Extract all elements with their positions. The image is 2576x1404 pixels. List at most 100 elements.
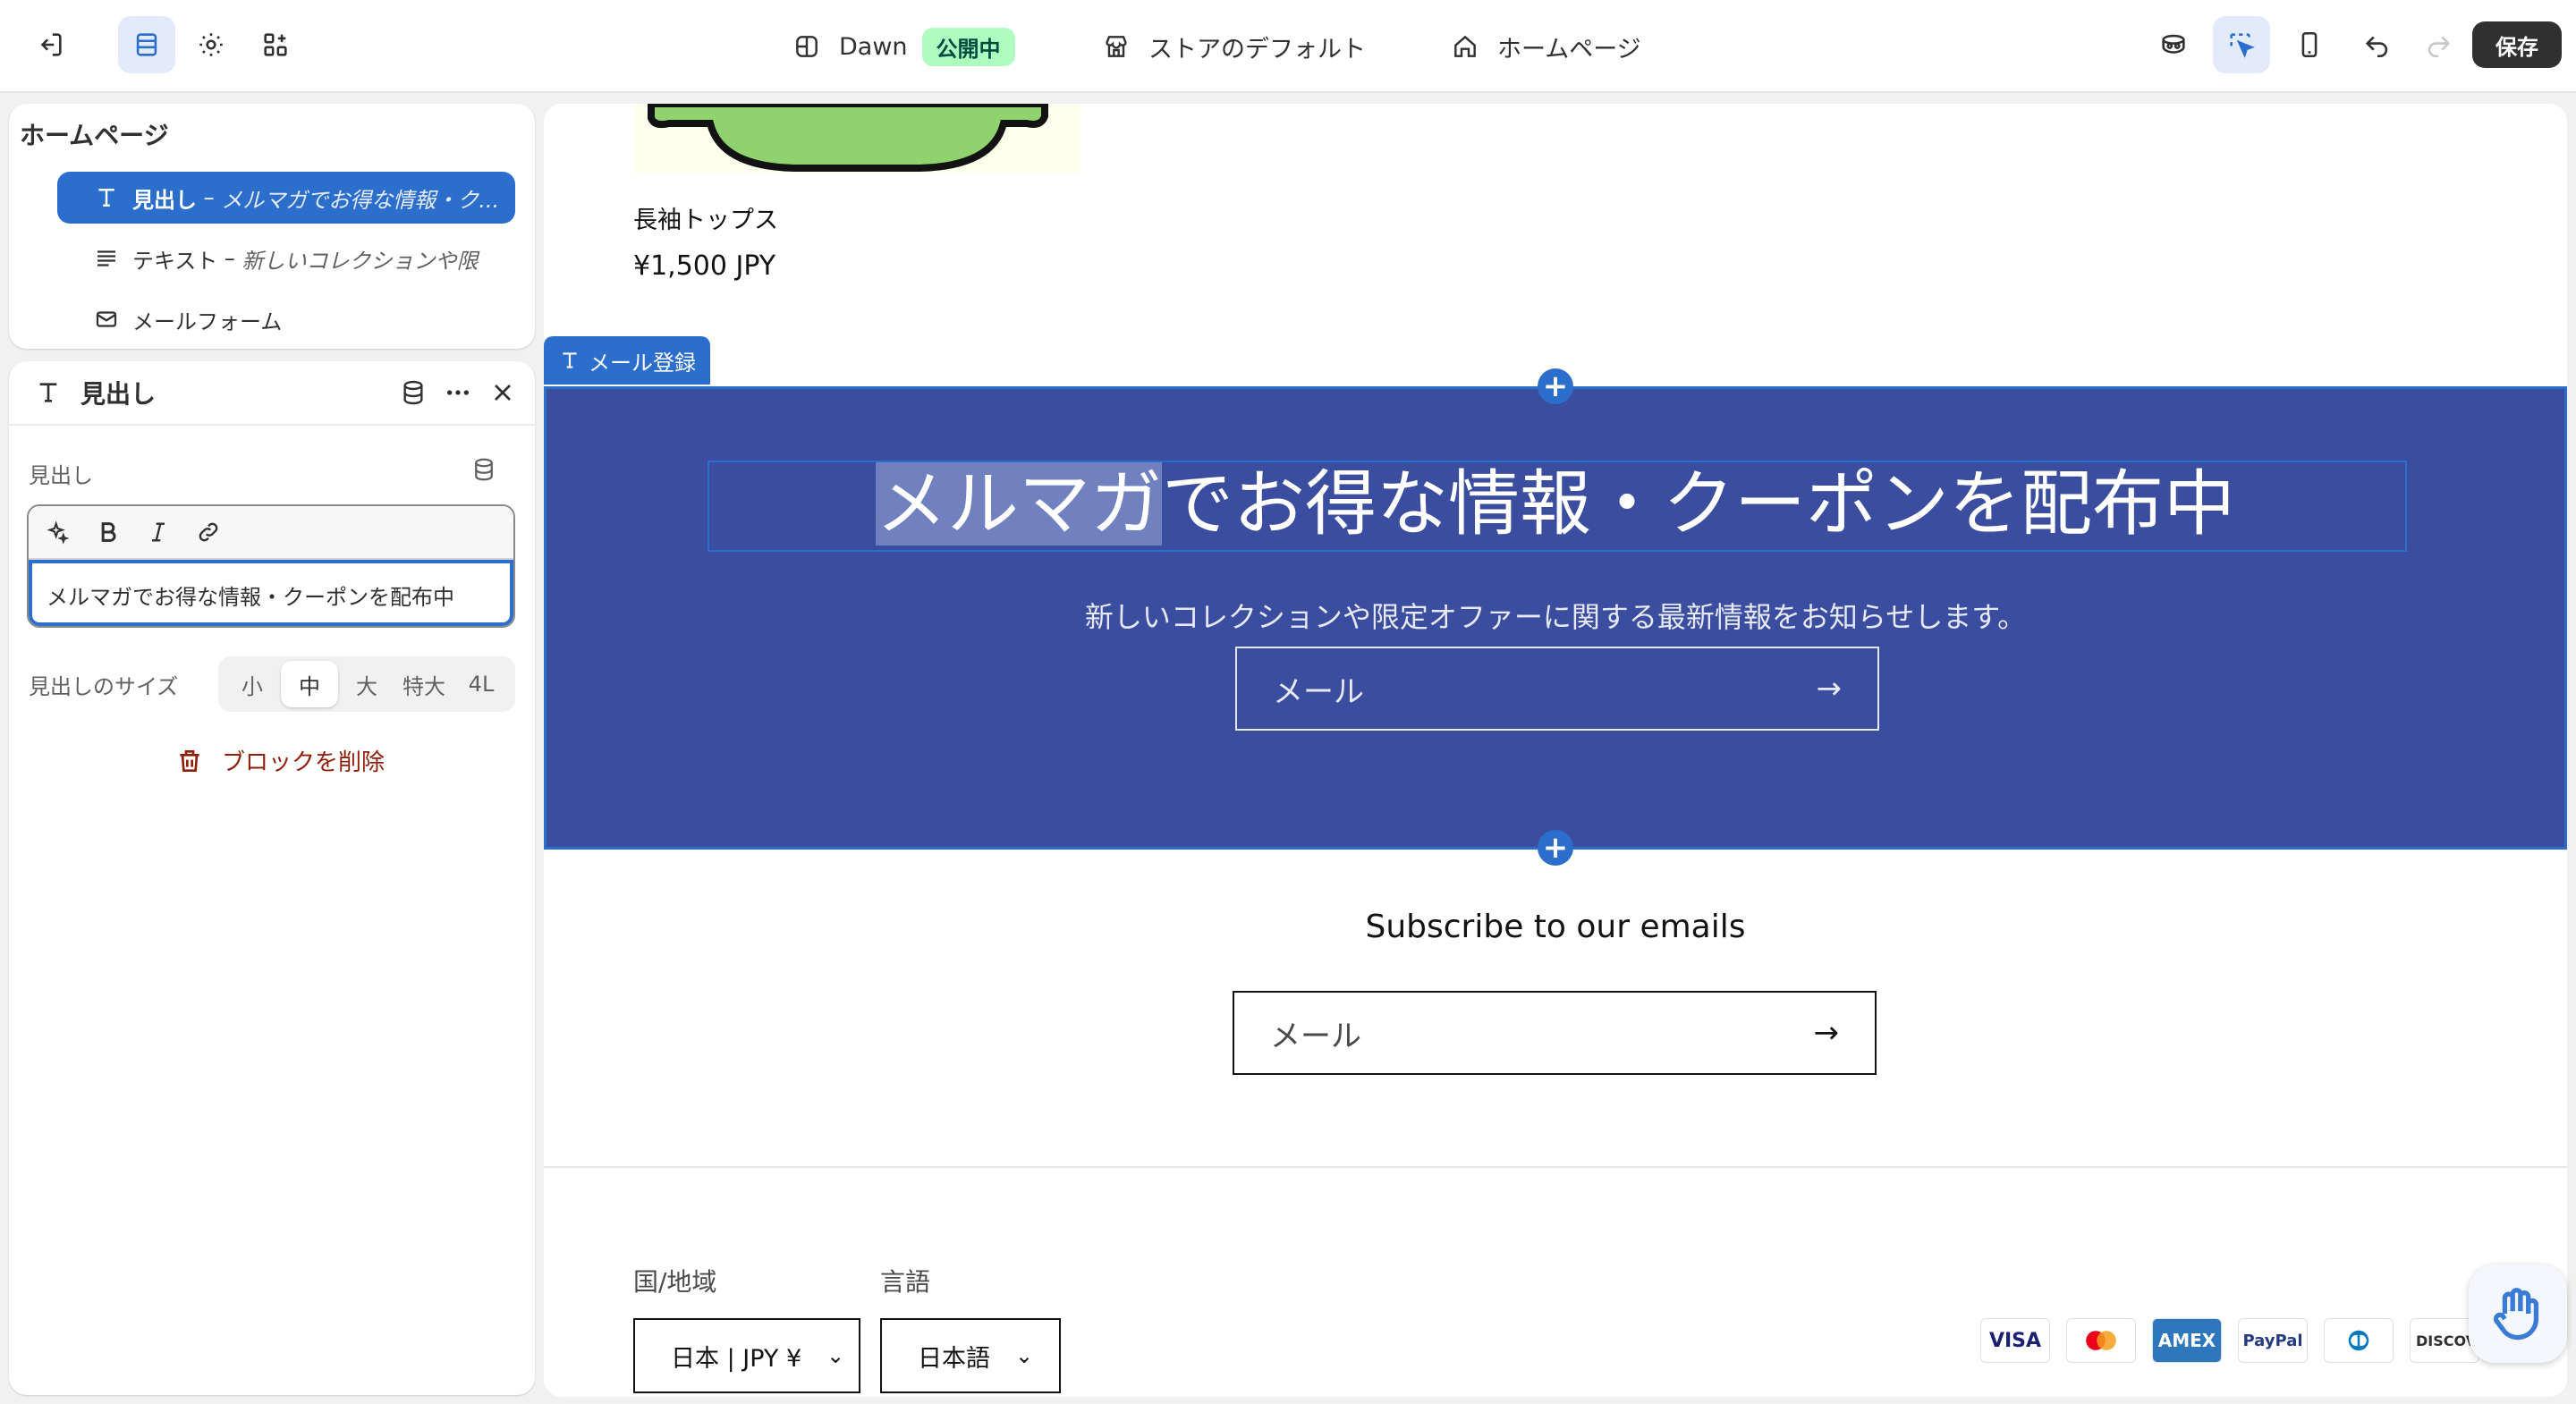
gear-icon (199, 33, 223, 56)
mastercard-icon (2066, 1318, 2136, 1363)
country-label: 国/地域 (633, 1267, 717, 1297)
tree-item-name: テキスト (132, 248, 218, 274)
diners-icon (2324, 1318, 2394, 1363)
mobile-icon (2301, 31, 2318, 58)
size-option-large[interactable]: 大 (338, 661, 395, 707)
inspector-button[interactable] (2145, 16, 2202, 73)
country-value: 日本 | JPY ¥ (671, 1344, 802, 1373)
save-button[interactable]: 保存 (2472, 21, 2562, 68)
apps-icon (264, 33, 287, 56)
app-embeds-button[interactable] (247, 16, 304, 73)
inspect-icon (2162, 34, 2185, 54)
newsletter-email-field[interactable]: メール → (1235, 647, 1879, 731)
language-select[interactable]: 日本語 ⌄ (880, 1318, 1061, 1393)
subscribe-title: Subscribe to our emails (1365, 909, 1746, 945)
rte-toolbar (29, 506, 513, 560)
chevron-down-icon: ⌄ (826, 1343, 845, 1368)
tree-item-email-form[interactable]: メールフォーム (57, 293, 515, 345)
section-tag[interactable]: メール登録 (544, 336, 710, 385)
footer-divider (544, 1166, 2567, 1168)
home-icon (1454, 35, 1476, 57)
mobile-preview-button[interactable] (2281, 16, 2338, 73)
delete-block-button[interactable]: ブロックを削除 (175, 744, 385, 777)
storefront-preview: 長袖トップス ¥1,500 JPY メール登録 メルマガでお得な情報・クーポンを… (544, 104, 2567, 1397)
ai-generate-button[interactable] (43, 517, 73, 547)
theme-selector[interactable]: Dawn 公開中 (792, 21, 1015, 72)
shirt-illustration (648, 104, 1048, 172)
heading-size-label: 見出しのサイズ (29, 674, 179, 699)
store-icon (1106, 36, 1127, 57)
chevron-down-icon: ⌄ (1015, 1343, 1034, 1368)
link-button[interactable] (193, 517, 224, 547)
exit-button[interactable] (21, 16, 79, 73)
text-heading-icon (563, 352, 577, 368)
tree-item-name: 見出し (132, 187, 197, 213)
redo-icon (2428, 36, 2451, 58)
subscribe-email-field[interactable]: メール → (1233, 991, 1877, 1075)
settings-header: 見出し (9, 361, 535, 426)
tree-item-detail: メルマガでお得な情報・ク... (221, 187, 500, 213)
newsletter-heading[interactable]: メルマガでお得な情報・クーポンを配布中 (547, 459, 2564, 550)
size-option-medium[interactable]: 中 (281, 661, 338, 707)
connect-source-button[interactable] (470, 456, 497, 483)
visa-icon: VISA (1980, 1318, 2050, 1363)
theme-name: Dawn (839, 32, 908, 61)
heading-size-selector: 小 中 大 特大 4L (218, 656, 515, 712)
dynamic-source-button[interactable] (399, 378, 428, 407)
text-heading-icon (98, 189, 114, 207)
size-option-xlarge[interactable]: 特大 (395, 661, 453, 707)
undo-button[interactable] (2349, 16, 2406, 73)
more-horizontal-icon (447, 390, 469, 395)
arrow-right-icon[interactable]: → (1814, 1015, 1840, 1051)
heading-field-label: 見出し (29, 463, 93, 488)
product-name[interactable]: 長袖トップス (633, 200, 778, 235)
email-placeholder: メール (1270, 1018, 1361, 1054)
redo-button[interactable] (2410, 16, 2467, 73)
product-image[interactable] (633, 104, 1080, 173)
newsletter-section[interactable]: メルマガでお得な情報・クーポンを配布中 新しいコレクションや限定オファーに関する… (544, 386, 2567, 850)
tree-item-heading[interactable]: 見出し – メルマガでお得な情報・ク... (57, 172, 515, 224)
email-placeholder: メール (1273, 673, 1364, 710)
tree-title: ホームページ (20, 121, 169, 150)
italic-icon (152, 522, 165, 542)
theme-settings-button[interactable] (182, 16, 240, 73)
text-heading-icon (34, 378, 63, 407)
page-label: ホームページ (1497, 35, 1641, 63)
italic-button[interactable] (143, 517, 174, 547)
top-bar: Dawn 公開中 ストアのデフォルト ホームページ 保存 (0, 0, 2576, 93)
close-button[interactable] (488, 378, 517, 407)
country-select[interactable]: 日本 | JPY ¥ ⌄ (633, 1318, 860, 1393)
live-badge: 公開中 (921, 27, 1015, 66)
heading-highlight: メルマガ (876, 462, 1162, 546)
bold-button[interactable] (93, 517, 123, 547)
tree-item-text[interactable]: テキスト – 新しいコレクションや限 (57, 233, 515, 284)
sections-icon (136, 33, 157, 56)
sparkle-icon (47, 520, 70, 545)
settings-title: 見出し (80, 379, 157, 409)
language-value: 日本語 (918, 1344, 990, 1373)
store-default-selector[interactable]: ストアのデフォルト (1102, 21, 1366, 72)
envelope-icon (96, 311, 117, 327)
size-option-small[interactable]: 小 (224, 661, 281, 707)
tree-item-sep: – (217, 246, 242, 271)
close-icon (495, 385, 511, 401)
amex-icon: AMEX (2152, 1318, 2222, 1363)
add-section-below-button[interactable]: + (1538, 830, 1573, 866)
arrow-right-icon[interactable]: → (1817, 671, 1843, 706)
paragraph-icon (97, 250, 115, 266)
trash-icon (180, 749, 199, 772)
chat-assistant-button[interactable] (2469, 1264, 2567, 1363)
language-label: 言語 (880, 1267, 931, 1297)
delete-block-label: ブロックを削除 (222, 749, 386, 776)
newsletter-subtext[interactable]: 新しいコレクションや限定オファーに関する最新情報をお知らせします。 (547, 595, 2564, 636)
bold-icon (101, 522, 116, 542)
add-section-above-button[interactable]: + (1538, 368, 1573, 404)
page-selector[interactable]: ホームページ (1451, 21, 1641, 72)
select-mode-button[interactable] (2213, 16, 2270, 73)
more-options-button[interactable] (444, 378, 472, 407)
sections-tab-button[interactable] (118, 16, 175, 73)
undo-icon (2365, 36, 2388, 58)
heading-input[interactable]: メルマガでお得な情報・クーポンを配布中 (29, 560, 513, 626)
size-option-4l[interactable]: 4L (453, 661, 510, 707)
paypal-icon: PayPal (2238, 1318, 2308, 1363)
